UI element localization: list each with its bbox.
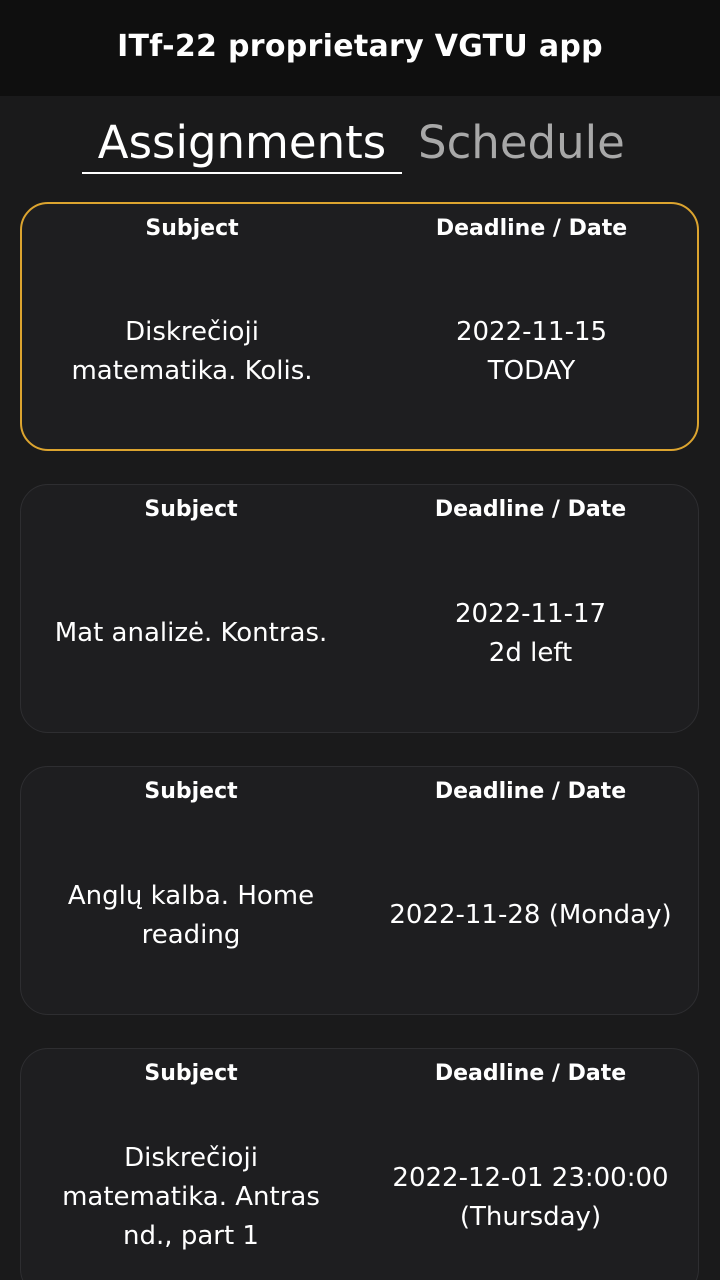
deadline-column: Deadline / Date 2022-11-28 (Monday) (361, 767, 700, 1014)
assignment-card[interactable]: Subject Mat analizė. Kontras. Deadline /… (20, 484, 699, 733)
deadline-date: 2022-11-28 (Monday) (389, 900, 672, 930)
app-title: ITf-22 proprietary VGTU app (117, 28, 603, 64)
subject-column: Subject Anglų kalba. Home reading (21, 767, 361, 1014)
deadline-label: Deadline / Date (434, 497, 627, 522)
deadline-column: Deadline / Date 2022-11-15 TODAY (362, 204, 701, 449)
tab-assignments[interactable]: Assignments (82, 112, 402, 174)
subject-value: Anglų kalba. Home reading (31, 817, 351, 1014)
assignment-card[interactable]: Subject Anglų kalba. Home reading Deadli… (20, 766, 699, 1015)
subject-label: Subject (144, 779, 238, 804)
subject-column: Subject Diskrečioji matematika. Antras n… (21, 1049, 361, 1280)
subject-label: Subject (144, 497, 238, 522)
subject-text: Mat analizė. Kontras. (54, 618, 328, 648)
deadline-note: (Thursday) (459, 1201, 602, 1232)
app-bar: ITf-22 proprietary VGTU app (0, 0, 720, 96)
subject-text: Diskrečioji matematika. Kolis. (71, 316, 313, 386)
subject-column: Subject Diskrečioji matematika. Kolis. (22, 204, 362, 449)
subject-text: Diskrečioji matematika. Antras nd., part… (62, 1143, 320, 1251)
deadline-value: 2022-11-28 (Monday) (361, 817, 700, 1014)
deadline-note: 2d left (488, 637, 573, 668)
deadline-label: Deadline / Date (434, 1061, 627, 1086)
subject-value: Diskrečioji matematika. Antras nd., part… (31, 1099, 351, 1280)
deadline-note: TODAY (487, 355, 576, 386)
deadline-date: 2022-11-15 (455, 316, 608, 347)
subject-text: Anglų kalba. Home reading (67, 880, 315, 950)
deadline-value: 2022-12-01 23:00:00 (Thursday) (361, 1099, 700, 1280)
deadline-value: 2022-11-15 TODAY (372, 254, 691, 449)
deadline-value: 2022-11-17 2d left (371, 535, 690, 732)
deadline-label: Deadline / Date (435, 216, 628, 241)
tab-schedule[interactable]: Schedule (418, 112, 625, 174)
subject-column: Subject Mat analizė. Kontras. (21, 485, 361, 732)
assignment-card[interactable]: Subject Diskrečioji matematika. Kolis. D… (20, 202, 699, 451)
deadline-label: Deadline / Date (434, 779, 627, 804)
assignment-card[interactable]: Subject Diskrečioji matematika. Antras n… (20, 1048, 699, 1280)
subject-value: Mat analizė. Kontras. (31, 535, 351, 732)
subject-label: Subject (145, 216, 239, 241)
deadline-column: Deadline / Date 2022-12-01 23:00:00 (Thu… (361, 1049, 700, 1280)
app-screen: ITf-22 proprietary VGTU app Assignments … (0, 0, 720, 1280)
tab-bar: Assignments Schedule (0, 112, 720, 182)
deadline-date: 2022-12-01 23:00:00 (392, 1162, 669, 1193)
subject-label: Subject (144, 1061, 238, 1086)
deadline-column: Deadline / Date 2022-11-17 2d left (361, 485, 700, 732)
deadline-date: 2022-11-17 (454, 598, 607, 629)
subject-value: Diskrečioji matematika. Kolis. (32, 254, 352, 449)
